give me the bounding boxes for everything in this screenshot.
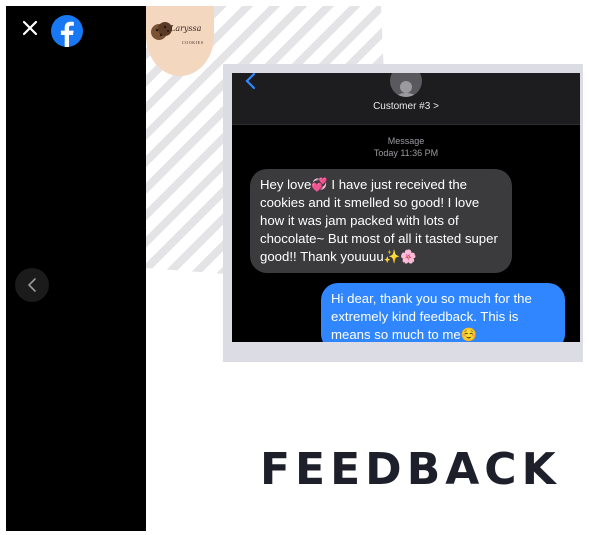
contact-name: Customer #3 >: [373, 101, 439, 112]
person-icon: [395, 81, 417, 97]
outgoing-message-bubble: Hi dear, thank you so much for the extre…: [321, 283, 565, 342]
chat-header: Customer #3 >: [232, 73, 580, 125]
chevron-left-icon: [27, 278, 36, 292]
facebook-logo-icon: [51, 15, 83, 47]
post-photo: Laryssa COOKIES Customer #3 > Message To…: [146, 6, 583, 531]
close-button[interactable]: [22, 20, 38, 36]
incoming-message-bubble: Hey love💞 I have just received the cooki…: [250, 169, 512, 273]
close-icon: [22, 20, 38, 36]
feedback-caption: FEEDBACK: [260, 444, 561, 495]
message-timestamp: Today 11:36 PM: [373, 148, 439, 158]
brand-subtitle: COOKIES: [182, 40, 204, 45]
message-label: Message: [387, 136, 425, 146]
brand-name: Laryssa: [170, 24, 202, 33]
contact-avatar: [390, 73, 422, 97]
previous-photo-button[interactable]: [15, 268, 49, 302]
screenshot-frame: Customer #3 > Message Today 11:36 PM Hey…: [223, 64, 583, 362]
viewer-left-pane: [6, 6, 146, 531]
back-chevron-icon: [245, 73, 256, 90]
messages-screenshot: Customer #3 > Message Today 11:36 PM Hey…: [232, 73, 580, 342]
facebook-logo[interactable]: [50, 14, 84, 48]
